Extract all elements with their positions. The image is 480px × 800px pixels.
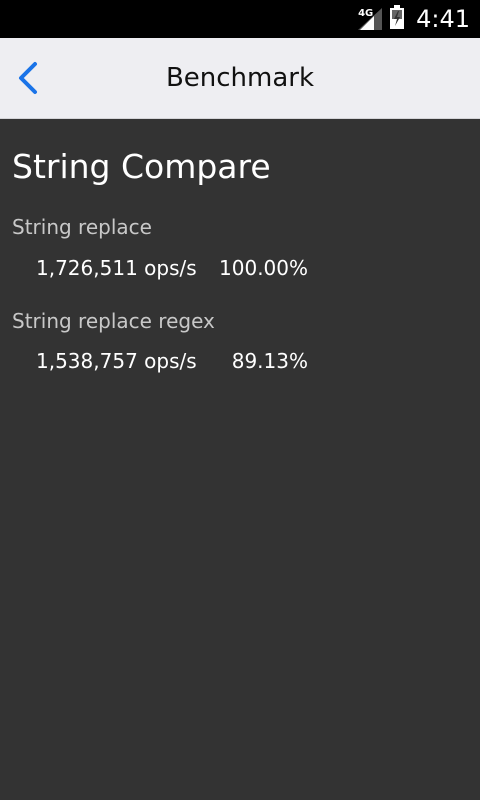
page-title: Benchmark — [165, 63, 315, 93]
status-bar: 4G 4:41 — [0, 0, 480, 38]
case-ops-string-replace-regex: 1,538,757 ops/s — [36, 349, 197, 373]
signal-icon: 4G — [358, 4, 384, 34]
case-percent-string-replace-regex: 89.13% — [231, 349, 308, 373]
status-icons: 4G 4:41 — [358, 0, 470, 38]
app-bar: Benchmark — [0, 38, 480, 119]
battery-icon — [390, 5, 405, 33]
case-ops-string-replace: 1,726,511 ops/s — [36, 256, 197, 280]
benchmark-content: String Compare String replace 1,726,511 … — [0, 119, 480, 800]
case-label-string-replace: String replace — [12, 215, 152, 239]
section-title: String Compare — [12, 147, 271, 186]
status-clock: 4:41 — [416, 5, 470, 33]
case-label-string-replace-regex: String replace regex — [12, 309, 215, 333]
case-percent-string-replace: 100.00% — [219, 256, 308, 280]
